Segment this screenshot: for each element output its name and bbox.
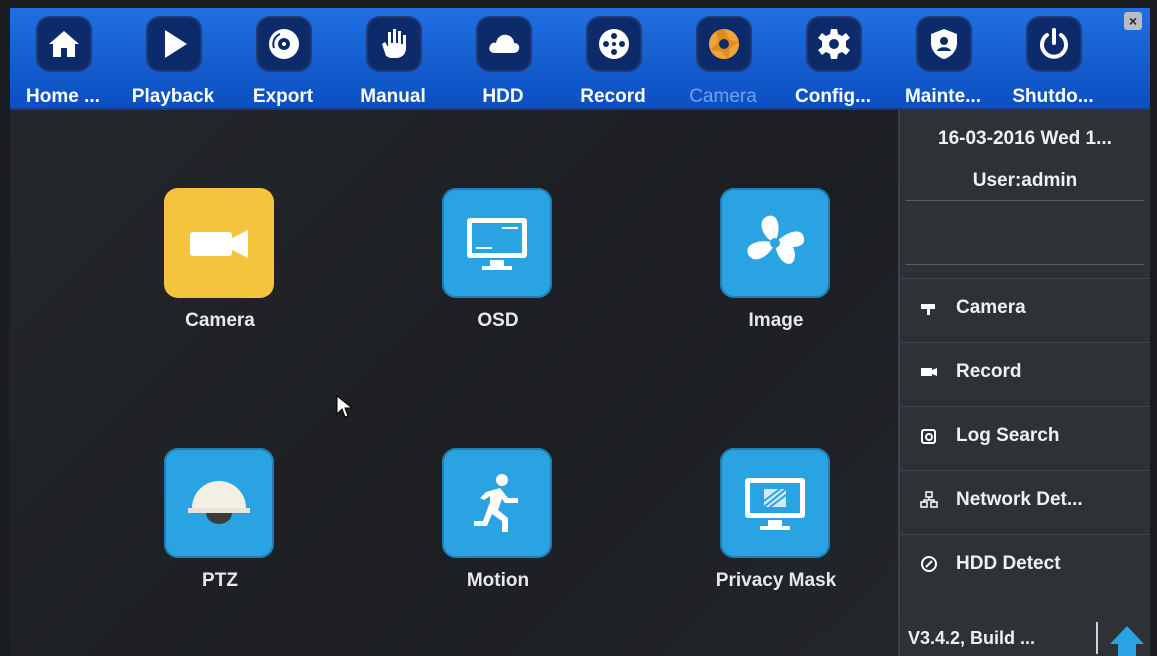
tile-camera[interactable]: Camera	[100, 188, 340, 338]
toolbar-label: Export	[252, 86, 314, 107]
running-person-icon	[442, 448, 552, 558]
divider	[906, 200, 1144, 201]
side-item-label: Log Search	[956, 425, 1060, 446]
version-text: V3.4.2, Build ...	[908, 628, 1036, 648]
toolbar-label: Shutdo...	[1012, 86, 1094, 107]
side-item-label: HDD Detect	[956, 553, 1061, 574]
toolbar-record-button[interactable]: Record	[560, 16, 666, 108]
tile-label: Motion	[466, 570, 530, 591]
toolbar-config-button[interactable]: Config...	[780, 16, 886, 108]
close-button[interactable]: ×	[1124, 12, 1142, 30]
home-icon	[36, 16, 92, 72]
tile-motion[interactable]: Motion	[378, 448, 618, 598]
toolbar-label: Record	[580, 86, 646, 107]
toolbar-label: HDD	[482, 86, 524, 107]
toolbar-export-button[interactable]: Export	[230, 16, 336, 108]
side-item-camera[interactable]: Camera	[900, 278, 1150, 343]
tile-label: Camera	[185, 310, 255, 331]
camera-menu-area: Camera OSD Image PTZ Motion Privacy Mask	[10, 110, 898, 656]
side-item-label: Camera	[956, 297, 1026, 318]
toolbar-home-button[interactable]: Home ...	[10, 16, 116, 108]
disc-icon	[256, 16, 312, 72]
dome-camera-icon	[164, 448, 274, 558]
cloud-icon	[476, 16, 532, 72]
power-icon	[1026, 16, 1082, 72]
tile-privacy-mask[interactable]: Privacy Mask	[656, 448, 896, 598]
mouse-cursor-icon	[336, 395, 354, 418]
side-item-label: Network Det...	[956, 489, 1083, 510]
side-panel: 16-03-2016 Wed 1... User:admin Camera Re…	[898, 110, 1150, 656]
camera-small-icon	[921, 304, 935, 315]
toolbar-maintenance-button[interactable]: Mainte...	[890, 16, 996, 108]
play-icon	[146, 16, 202, 72]
toolbar-label: Config...	[795, 86, 871, 107]
divider	[906, 264, 1144, 265]
user-display: User:admin	[972, 170, 1078, 191]
toolbar-label: Camera	[689, 86, 757, 107]
tile-image[interactable]: Image	[656, 188, 896, 338]
top-toolbar: Home ... Playback Export Manual HDD Reco…	[10, 8, 1150, 110]
toolbar-hdd-button[interactable]: HDD	[450, 16, 556, 108]
toolbar-label: Home ...	[26, 86, 100, 107]
divider	[1096, 622, 1098, 654]
network-icon	[920, 491, 938, 508]
toolbar-label: Playback	[131, 86, 215, 107]
tile-label: Privacy Mask	[715, 570, 837, 591]
tile-ptz[interactable]: PTZ	[100, 448, 340, 598]
masked-monitor-icon	[720, 448, 830, 558]
tile-label: Image	[748, 310, 804, 331]
dvr-screen: Home ... Playback Export Manual HDD Reco…	[0, 0, 1157, 656]
tile-label: OSD	[477, 310, 519, 331]
fan-icon	[720, 188, 830, 298]
side-item-network-detect[interactable]: Network Det...	[900, 470, 1150, 535]
toolbar-shutdown-button[interactable]: Shutdo...	[1000, 16, 1106, 108]
shield-icon	[916, 16, 972, 72]
film-reel-icon	[586, 16, 642, 72]
video-camera-icon	[164, 188, 274, 298]
aperture-icon	[696, 16, 752, 72]
datetime-display: 16-03-2016 Wed 1...	[938, 128, 1112, 149]
tile-osd[interactable]: OSD	[378, 188, 618, 338]
toolbar-camera-button[interactable]: Camera	[670, 16, 776, 108]
side-item-hdd-detect[interactable]: HDD Detect	[900, 534, 1150, 599]
side-item-record[interactable]: Record	[900, 342, 1150, 407]
hand-icon	[366, 16, 422, 72]
record-small-icon	[921, 368, 937, 376]
tile-label: PTZ	[202, 570, 238, 591]
toolbar-playback-button[interactable]: Playback	[120, 16, 226, 108]
toolbar-label: Mainte...	[904, 86, 981, 107]
scroll-up-button[interactable]	[1108, 622, 1146, 656]
side-item-label: Record	[956, 361, 1022, 382]
hdd-detect-icon	[921, 556, 937, 572]
gear-icon	[806, 16, 862, 72]
toolbar-label: Manual	[360, 86, 426, 107]
toolbar-manual-button[interactable]: Manual	[340, 16, 446, 108]
side-footer: V3.4.2, Build ...	[900, 618, 1150, 656]
monitor-icon	[442, 188, 552, 298]
log-search-icon	[921, 429, 936, 444]
side-item-log-search[interactable]: Log Search	[900, 406, 1150, 471]
